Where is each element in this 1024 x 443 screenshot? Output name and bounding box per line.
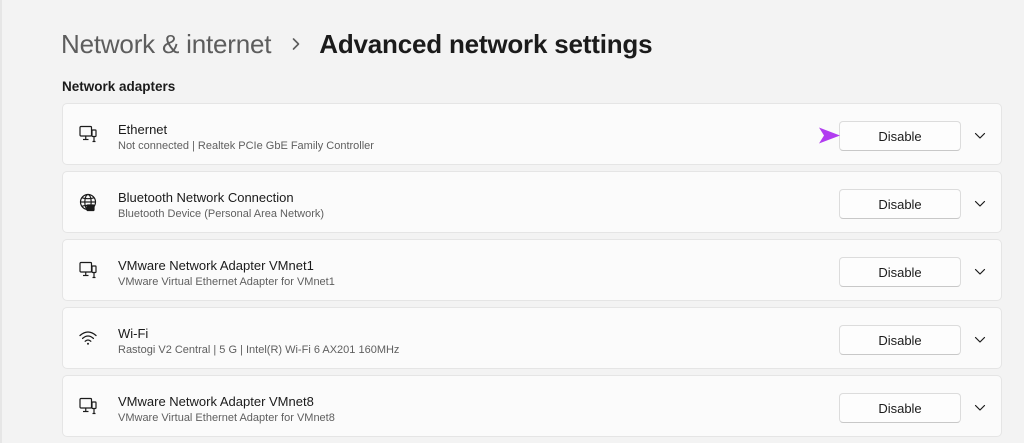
- window-edge: [0, 0, 2, 443]
- chevron-down-icon[interactable]: [969, 194, 991, 214]
- adapter-name: Bluetooth Network Connection: [118, 190, 294, 205]
- chevron-down-icon[interactable]: [969, 126, 991, 146]
- disable-button[interactable]: Disable: [839, 189, 961, 219]
- adapter-description: Bluetooth Device (Personal Area Network): [118, 208, 325, 220]
- disable-button[interactable]: Disable: [839, 325, 961, 355]
- chevron-down-icon[interactable]: [969, 398, 991, 418]
- adapter-description: Rastogi V2 Central | 5 G | Intel(R) Wi-F…: [118, 344, 400, 356]
- disable-button[interactable]: Disable: [839, 393, 961, 423]
- disable-button[interactable]: Disable: [839, 257, 961, 287]
- adapter-card-vmware-vmnet1[interactable]: VMware Network Adapter VMnet1 VMware Vir…: [62, 239, 1002, 301]
- breadcrumb-parent-link[interactable]: Network & internet: [61, 29, 271, 60]
- ethernet-icon: [77, 259, 99, 281]
- annotation-arrow-icon: [670, 127, 840, 144]
- chevron-down-icon[interactable]: [969, 262, 991, 282]
- chevron-right-icon: [291, 37, 301, 51]
- adapter-name: VMware Network Adapter VMnet8: [118, 394, 314, 409]
- adapter-card-wifi[interactable]: Wi-Fi Rastogi V2 Central | 5 G | Intel(R…: [62, 307, 1002, 369]
- adapter-list: Ethernet Not connected | Realtek PCIe Gb…: [62, 103, 1002, 443]
- ethernet-icon: [77, 123, 99, 145]
- adapter-description: Not connected | Realtek PCIe GbE Family …: [118, 140, 374, 152]
- adapter-description: VMware Virtual Ethernet Adapter for VMne…: [118, 412, 335, 424]
- adapter-card-ethernet[interactable]: Ethernet Not connected | Realtek PCIe Gb…: [62, 103, 1002, 165]
- section-title: Network adapters: [62, 79, 176, 94]
- ethernet-icon: [77, 395, 99, 417]
- breadcrumb: Network & internet Advanced network sett…: [61, 26, 653, 62]
- page-title: Advanced network settings: [319, 28, 653, 59]
- adapter-name: Wi-Fi: [118, 326, 149, 341]
- disable-button[interactable]: Disable: [839, 121, 961, 151]
- adapter-name: VMware Network Adapter VMnet1: [118, 258, 314, 273]
- adapter-card-vmware-vmnet8[interactable]: VMware Network Adapter VMnet8 VMware Vir…: [62, 375, 1002, 437]
- wifi-icon: [77, 327, 99, 349]
- adapter-card-bluetooth-network-connection[interactable]: Bluetooth Network Connection Bluetooth D…: [62, 171, 1002, 233]
- adapter-name: Ethernet: [118, 122, 168, 137]
- adapter-description: VMware Virtual Ethernet Adapter for VMne…: [118, 276, 335, 288]
- chevron-down-icon[interactable]: [969, 330, 991, 350]
- globe-network-icon: [77, 191, 99, 213]
